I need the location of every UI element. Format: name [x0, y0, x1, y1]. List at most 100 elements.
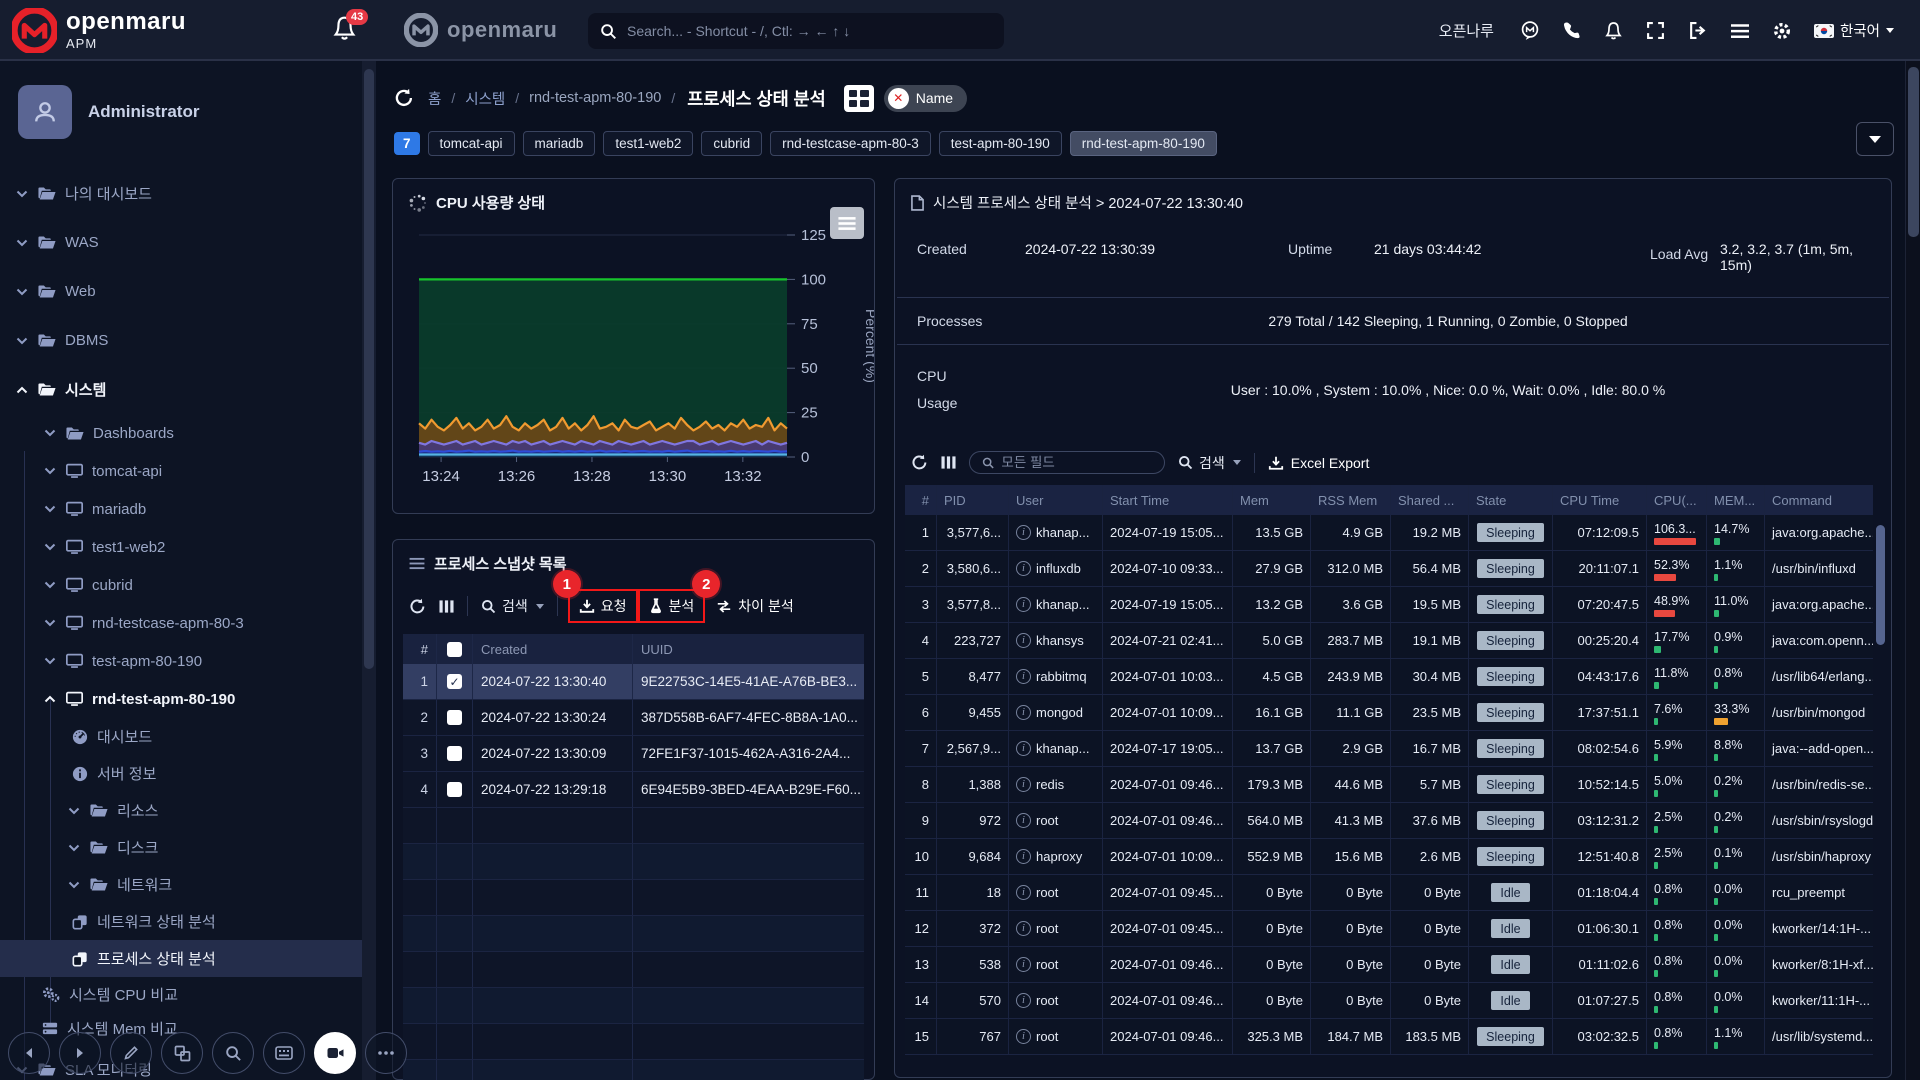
snapshot-row[interactable]: 2 2024-07-22 13:30:24 387D558B-6AF7-4FEC… [403, 700, 864, 736]
menu-icon[interactable] [1730, 21, 1750, 41]
process-col-2[interactable]: User [1009, 485, 1103, 515]
sidebar-item-시스템-cpu-비교[interactable]: 시스템 CPU 비교 [0, 977, 362, 1011]
info-icon[interactable]: i [1016, 957, 1031, 972]
chevron-down-icon[interactable] [16, 337, 29, 345]
sidebar-item-dbms[interactable]: DBMS [0, 316, 362, 365]
notification-bell-icon[interactable]: 43 [332, 15, 362, 47]
breadcrumb-host[interactable]: rnd-test-apm-80-190 [529, 90, 661, 106]
columns-icon[interactable] [941, 455, 956, 470]
sidebar-scrollbar[interactable] [362, 61, 376, 1080]
field-filter-input[interactable] [1001, 455, 1152, 470]
sidebar-scrollbar-thumb[interactable] [364, 69, 374, 669]
sidebar-item-서버-정보[interactable]: 서버 정보 [0, 755, 362, 792]
chevron-down-icon[interactable] [44, 543, 57, 551]
info-icon[interactable]: i [1016, 849, 1031, 864]
camera-button[interactable] [314, 1032, 356, 1074]
process-row[interactable]: 10 9,684 ihaproxy 2024-07-01 10:09... 55… [905, 839, 1873, 875]
info-icon[interactable]: i [1016, 525, 1031, 540]
process-col-5[interactable]: RSS Mem [1311, 485, 1391, 515]
columns-icon[interactable] [439, 599, 454, 614]
window-scrollbar[interactable] [1905, 61, 1920, 1080]
process-row[interactable]: 3 3,577,8... ikhanap... 2024-07-19 15:05… [905, 587, 1873, 623]
chevron-down-icon[interactable] [44, 619, 57, 627]
chevron-down-icon[interactable] [16, 190, 29, 198]
sidebar-item-시스템[interactable]: 시스템 [0, 365, 362, 414]
process-row[interactable]: 15 767 iroot 2024-07-01 09:46... 325.3 M… [905, 1019, 1873, 1055]
chevron-down-icon[interactable] [44, 505, 57, 513]
info-icon[interactable]: i [1016, 777, 1031, 792]
settings-gear-icon[interactable] [1772, 21, 1792, 41]
chevron-down-icon[interactable] [16, 239, 29, 247]
sidebar-item-dashboards[interactable]: Dashboards [0, 414, 362, 452]
sidebar-item-프로세스-상태-분석[interactable]: 프로세스 상태 분석 [0, 940, 362, 977]
refresh-icon[interactable] [911, 454, 928, 471]
global-search-input[interactable] [627, 23, 992, 39]
row-checkbox[interactable]: ✓ [447, 674, 462, 689]
col-created[interactable]: Created [473, 634, 633, 664]
remove-filter-icon[interactable]: ✕ [888, 88, 909, 109]
chevron-down-icon[interactable] [44, 581, 57, 589]
sidebar-item-rnd-test-apm-80-190[interactable]: rnd-test-apm-80-190 [0, 680, 362, 718]
process-row[interactable]: 8 1,388 iredis 2024-07-01 09:46... 179.3… [905, 767, 1873, 803]
chevron-down-icon[interactable] [68, 807, 81, 815]
info-icon[interactable]: i [1016, 1029, 1031, 1044]
process-col-9[interactable]: CPU(... [1647, 485, 1707, 515]
collapse-panel-button[interactable] [1856, 122, 1894, 156]
info-icon[interactable]: i [1016, 633, 1031, 648]
name-filter-pill[interactable]: ✕ Name [884, 85, 967, 112]
admin-profile[interactable]: Administrator [0, 61, 362, 169]
info-icon[interactable]: i [1016, 885, 1031, 900]
sidebar-item-was[interactable]: WAS [0, 218, 362, 267]
language-selector[interactable]: 한국어 [1814, 20, 1894, 41]
sidebar-item-test1-web2[interactable]: test1-web2 [0, 528, 362, 566]
layout-button[interactable] [161, 1032, 203, 1074]
sidebar-item-cubrid[interactable]: cubrid [0, 566, 362, 604]
process-row[interactable]: 9 972 iroot 2024-07-01 09:46... 564.0 MB… [905, 803, 1873, 839]
alerts-bell-icon[interactable] [1604, 21, 1624, 41]
window-scrollbar-thumb[interactable] [1908, 67, 1919, 237]
chart-menu-icon[interactable] [830, 207, 864, 239]
refresh-icon[interactable] [394, 88, 414, 108]
host-chip[interactable]: cubrid [701, 131, 762, 156]
info-icon[interactable]: i [1016, 813, 1031, 828]
host-chip[interactable]: test-apm-80-190 [939, 131, 1062, 156]
chevron-up-icon[interactable] [44, 695, 57, 703]
sidebar-item-test-apm-80-190[interactable]: test-apm-80-190 [0, 642, 362, 680]
info-icon[interactable]: i [1016, 993, 1031, 1008]
process-col-10[interactable]: MEM... [1707, 485, 1765, 515]
row-checkbox[interactable] [447, 710, 462, 725]
process-row[interactable]: 12 372 iroot 2024-07-01 09:45... 0 Byte … [905, 911, 1873, 947]
process-row[interactable]: 1 3,577,6... ikhanap... 2024-07-19 15:05… [905, 515, 1873, 551]
table-scrollbar-thumb[interactable] [1876, 525, 1885, 645]
action-download-button[interactable]: 요청1 [571, 592, 635, 620]
process-row[interactable]: 5 8,477 irabbitmq 2024-07-01 10:03... 4.… [905, 659, 1873, 695]
chevron-down-icon[interactable] [16, 288, 29, 296]
sidebar-item-나의-대시보드[interactable]: 나의 대시보드 [0, 169, 362, 218]
snapshot-row[interactable]: 4 2024-07-22 13:29:18 6E94E5B9-3BED-4EAA… [403, 772, 864, 808]
action-diff-button[interactable]: 차이 분석 [708, 592, 801, 620]
sidebar-item-네트워크[interactable]: 네트워크 [0, 866, 362, 903]
search-button[interactable] [212, 1032, 254, 1074]
sidebar-item-mariadb[interactable]: mariadb [0, 490, 362, 528]
host-chip[interactable]: rnd-testcase-apm-80-3 [770, 131, 931, 156]
chevron-up-icon[interactable] [16, 386, 29, 394]
fullscreen-icon[interactable] [1646, 21, 1666, 41]
keyboard-button[interactable] [263, 1032, 305, 1074]
host-chip[interactable]: rnd-test-apm-80-190 [1070, 131, 1217, 156]
sidebar-item-web[interactable]: Web [0, 267, 362, 316]
select-all-checkbox[interactable] [437, 634, 473, 664]
next-button[interactable] [59, 1032, 101, 1074]
host-chip[interactable]: test1-web2 [603, 131, 693, 156]
breadcrumb-section[interactable]: 시스템 [465, 88, 505, 109]
refresh-icon[interactable] [409, 598, 426, 615]
excel-export-button[interactable]: Excel Export [1268, 455, 1370, 471]
process-col-4[interactable]: Mem [1233, 485, 1311, 515]
username-label[interactable]: 오픈나루 [1439, 20, 1494, 41]
info-icon[interactable]: i [1016, 597, 1031, 612]
col-uuid[interactable]: UUID [633, 634, 864, 664]
process-row[interactable]: 11 18 iroot 2024-07-01 09:45... 0 Byte 0… [905, 875, 1873, 911]
prev-button[interactable] [8, 1032, 50, 1074]
openmaru-chat-icon[interactable] [1520, 21, 1540, 41]
process-row[interactable]: 4 223,727 ikhansys 2024-07-21 02:41... 5… [905, 623, 1873, 659]
action-flask-button[interactable]: 분석2 [641, 592, 703, 620]
